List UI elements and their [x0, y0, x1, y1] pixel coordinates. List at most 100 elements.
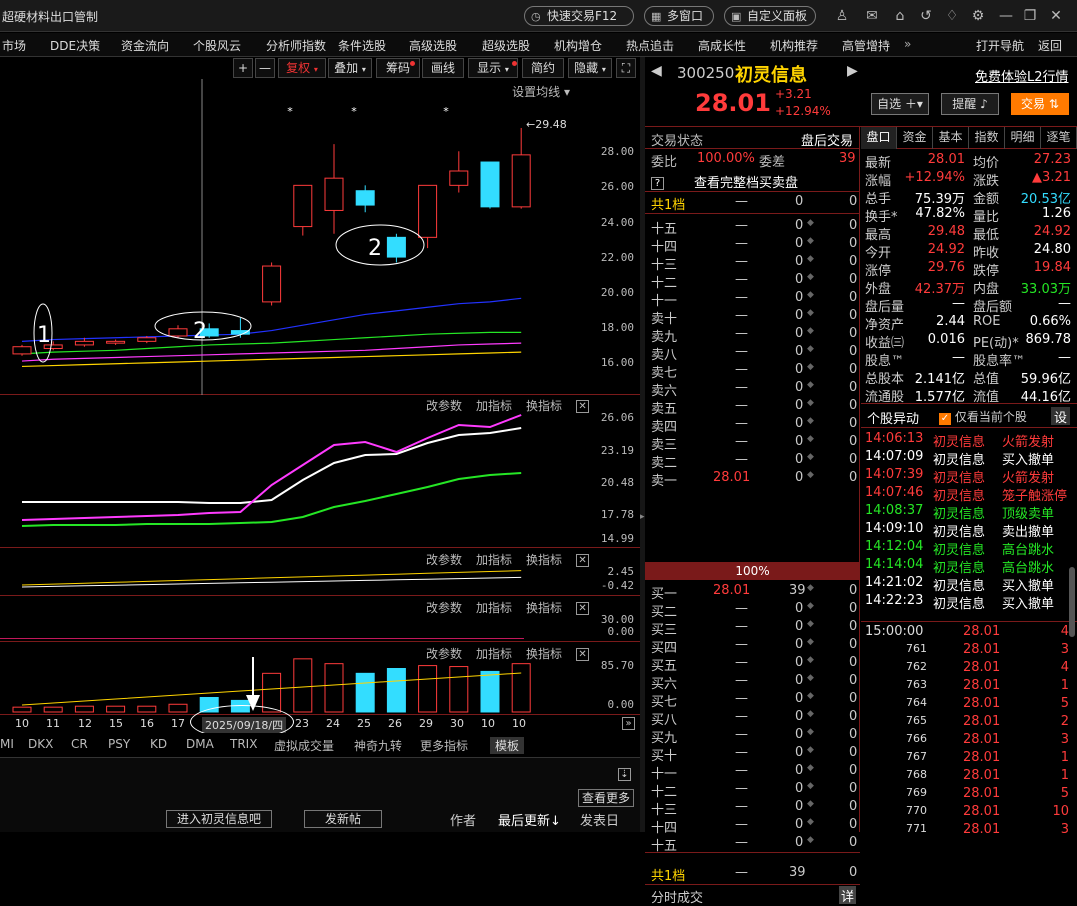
menu-item-super-pick[interactable]: 超级选股: [482, 37, 530, 54]
buy-vol: 0: [795, 835, 804, 850]
event-time: 14:08:37: [865, 503, 924, 518]
event-stock[interactable]: 初灵信息: [933, 431, 985, 450]
maximize-icon[interactable]: ❐: [1020, 6, 1040, 26]
volume-pane[interactable]: 改参数 加指标 换指标 ✕ 85.70 0.00: [0, 643, 640, 714]
buy-price-dash: —: [735, 691, 748, 706]
menu-item-analyst-index[interactable]: 分析师指数: [266, 37, 326, 54]
prev-stock-icon[interactable]: ◀: [651, 63, 662, 79]
event-stock[interactable]: 初灵信息: [933, 575, 985, 594]
tab-tick-by-tick[interactable]: 逐笔: [1041, 127, 1077, 149]
tab-cr[interactable]: CR: [71, 737, 88, 751]
user-icon[interactable]: ♙: [832, 6, 852, 26]
zoom-out-button[interactable]: —: [255, 58, 275, 78]
menu-item-market[interactable]: 市场: [2, 37, 26, 54]
refresh-icon[interactable]: ↺: [916, 6, 936, 26]
more-menu-icon[interactable]: »: [904, 37, 911, 51]
scrollbar[interactable]: [1069, 567, 1075, 637]
menu-item-institution-recommend[interactable]: 机构推荐: [770, 37, 818, 54]
collapse-arrow-icon[interactable]: ▸: [640, 512, 645, 522]
tab-basics[interactable]: 基本: [933, 127, 969, 149]
settings-icon[interactable]: ⚙: [968, 6, 988, 26]
close-icon[interactable]: ✕: [1046, 6, 1066, 26]
tab-trix[interactable]: TRIX: [230, 737, 257, 751]
new-post-button[interactable]: 发新帖: [304, 810, 382, 828]
watchlist-button[interactable]: 自选 ＋▾: [871, 93, 929, 115]
tab-mi[interactable]: MI: [0, 737, 14, 751]
tab-detail[interactable]: 明细: [1005, 127, 1041, 149]
event-stock[interactable]: 初灵信息: [933, 539, 985, 558]
add-indicator-link[interactable]: 加指标: [476, 601, 512, 615]
mail-icon[interactable]: ✉: [862, 6, 882, 26]
collapse-icon[interactable]: ⇣: [618, 768, 631, 781]
tab-more-indicators[interactable]: 更多指标: [420, 737, 468, 754]
indicator-pane-2[interactable]: 改参数 加指标 换指标 ✕ 2.45 -0.42: [0, 549, 640, 596]
menu-item-capital-flow[interactable]: 资金流向: [121, 37, 169, 54]
checkbox-icon: ✓: [939, 413, 951, 425]
next-stock-icon[interactable]: ▶: [847, 63, 858, 79]
tab-magic-nine[interactable]: 神奇九转: [354, 737, 402, 754]
indicator-pane-3[interactable]: 改参数 加指标 换指标 ✕ 30.00 0.00: [0, 597, 640, 642]
check-more-button[interactable]: 查看更多: [578, 789, 634, 807]
fullscreen-icon[interactable]: ⛶: [616, 58, 636, 78]
event-stock[interactable]: 初灵信息: [933, 557, 985, 576]
close-icon[interactable]: ✕: [576, 602, 590, 615]
switch-indicator-link[interactable]: 换指标: [526, 601, 562, 615]
event-stock[interactable]: 初灵信息: [933, 593, 985, 612]
tab-funds[interactable]: 资金: [897, 127, 933, 149]
fuquan-button[interactable]: 复权 ▾: [278, 58, 326, 78]
tab-virtual-volume[interactable]: 虚拟成交量: [274, 737, 334, 754]
custom-panel-button[interactable]: ▣ 自定义面板: [724, 6, 816, 26]
events-filter[interactable]: ✓ 仅看当前个股: [939, 408, 1027, 426]
menu-item-institution-add[interactable]: 机构增仓: [554, 37, 602, 54]
menu-item-dde[interactable]: DDE决策: [50, 37, 100, 54]
display-button[interactable]: 显示 ▾: [468, 58, 518, 78]
scroll-right-icon[interactable]: »: [622, 717, 635, 730]
event-stock[interactable]: 初灵信息: [933, 521, 985, 540]
alert-button[interactable]: 提醒 ♪: [941, 93, 999, 115]
menu-item-back[interactable]: 返回: [1038, 37, 1062, 54]
quick-trade-button[interactable]: ◷ 快速交易F12: [524, 6, 634, 26]
trade-button[interactable]: 交易 ⇅: [1011, 93, 1069, 115]
l2-trial-link[interactable]: 免费体验L2行情: [975, 66, 1069, 85]
tab-order-book[interactable]: 盘口: [861, 127, 897, 149]
sell-level-label: 卖十: [651, 312, 678, 327]
menu-item-condition-pick[interactable]: 条件选股: [338, 37, 386, 54]
minimize-icon[interactable]: —: [996, 6, 1016, 26]
event-stock[interactable]: 初灵信息: [933, 485, 985, 504]
menu-item-hotspot[interactable]: 热点追击: [626, 37, 674, 54]
tab-dkx[interactable]: DKX: [28, 737, 53, 751]
events-settings-button[interactable]: 设: [1051, 407, 1071, 426]
tick-detail-button[interactable]: 详: [839, 886, 857, 905]
tab-kd[interactable]: KD: [150, 737, 167, 751]
menu-item-exec-increase[interactable]: 高管增持: [842, 37, 890, 54]
tab-template[interactable]: 模板: [490, 737, 525, 754]
tab-index[interactable]: 指数: [969, 127, 1005, 149]
event-stock[interactable]: 初灵信息: [933, 449, 985, 468]
skin-icon[interactable]: ♢: [942, 6, 962, 26]
menu-item-high-growth[interactable]: 高成长性: [698, 37, 746, 54]
total-levels-label: 共1档: [651, 198, 686, 213]
indicator-pane-1[interactable]: 改参数 加指标 换指标 ✕ 26.06 23.19 20.48 17.78 14.99: [0, 395, 640, 548]
enter-forum-button[interactable]: 进入初灵信息吧: [166, 810, 272, 828]
tab-psy[interactable]: PSY: [108, 737, 130, 751]
menu-item-stock-news[interactable]: 个股风云: [193, 37, 241, 54]
hide-button[interactable]: 隐藏 ▾: [568, 58, 612, 78]
full-book-link[interactable]: ? 查看完整档买卖盘: [651, 172, 856, 191]
diamond-icon: ◆: [807, 727, 814, 737]
edit-params-link[interactable]: 改参数: [426, 601, 462, 615]
overlay-button[interactable]: 叠加 ▾: [328, 58, 372, 78]
main-kline-chart[interactable]: 设置均线 ▾ * * * 28.00 26.00 24.00 22.00 20.00…: [0, 79, 640, 395]
menu-item-advanced-pick[interactable]: 高级选股: [409, 37, 457, 54]
quote-label: 总值: [973, 372, 1000, 387]
home-icon[interactable]: ⌂: [890, 6, 910, 26]
zoom-in-button[interactable]: +: [233, 58, 253, 78]
menu-item-open-nav[interactable]: 打开导航: [976, 37, 1024, 54]
event-stock[interactable]: 初灵信息: [933, 467, 985, 486]
post-date-column[interactable]: 发表日: [580, 810, 619, 829]
last-update-sort[interactable]: 最后更新↓: [498, 810, 561, 829]
simple-button[interactable]: 简约: [522, 58, 564, 78]
multi-window-button[interactable]: ▦ 多窗口: [644, 6, 714, 26]
event-stock[interactable]: 初灵信息: [933, 503, 985, 522]
tab-dma[interactable]: DMA: [186, 737, 214, 751]
drawline-button[interactable]: 画线: [422, 58, 464, 78]
